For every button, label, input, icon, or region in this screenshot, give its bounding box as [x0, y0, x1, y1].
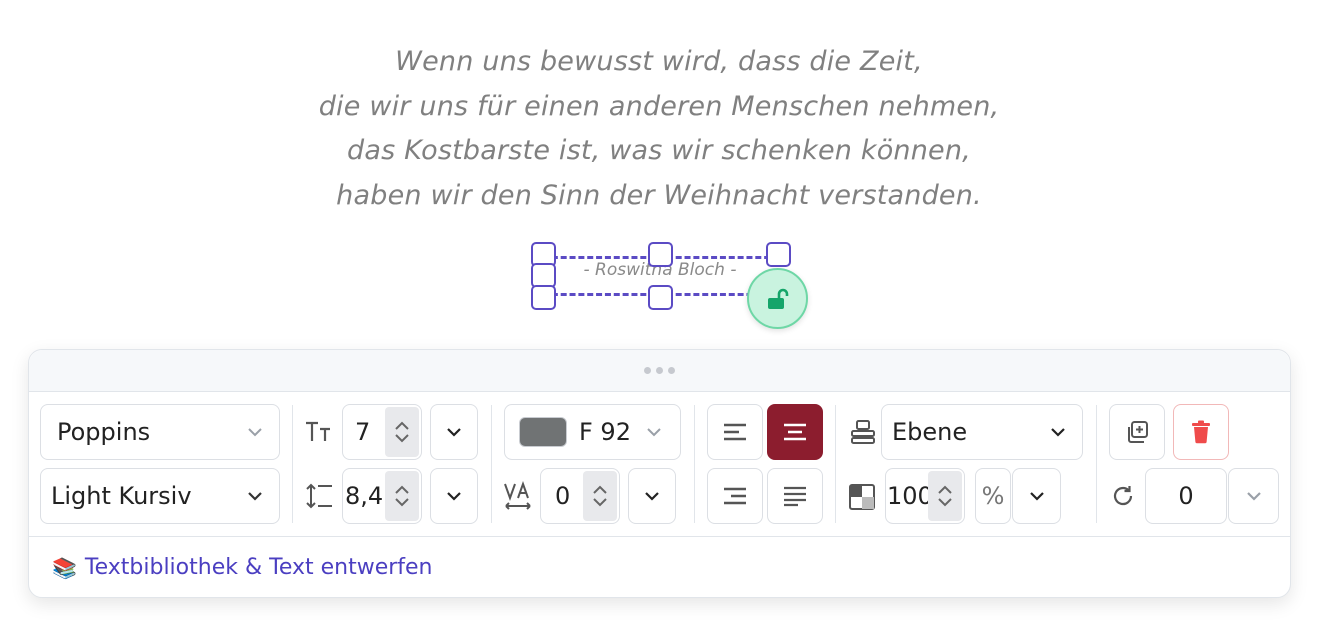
- delete-button[interactable]: [1173, 404, 1229, 460]
- opacity-stepper[interactable]: [928, 471, 962, 521]
- divider: [28, 536, 1291, 537]
- opacity-icon: [847, 482, 877, 512]
- align-right-icon: [724, 487, 746, 505]
- line-height-icon: [302, 482, 336, 510]
- chevron-down-icon: [447, 428, 461, 437]
- divider: [292, 405, 293, 523]
- trash-icon: [1192, 420, 1210, 444]
- duplicate-icon: [1128, 421, 1148, 443]
- text-library-label: Textbibliothek & Text entwerfen: [84, 555, 433, 580]
- align-left-icon: [724, 423, 746, 441]
- align-left-button[interactable]: [707, 404, 763, 460]
- divider: [491, 405, 492, 523]
- align-justify-icon: [784, 486, 806, 507]
- color-select[interactable]: F 92: [504, 404, 681, 460]
- chevron-down-icon: [248, 428, 262, 437]
- quote-line: haben wir den Sinn der Weihnacht verstan…: [336, 179, 982, 211]
- font-style-select[interactable]: Light Kursiv: [40, 468, 280, 524]
- line-height-dropdown[interactable]: [430, 468, 478, 524]
- chevron-down-icon: [645, 492, 659, 501]
- align-right-button[interactable]: [707, 468, 763, 524]
- letter-spacing-icon: [502, 480, 534, 512]
- opacity-dropdown[interactable]: [1012, 468, 1061, 524]
- font-size-dropdown[interactable]: [430, 404, 478, 460]
- rotation-input[interactable]: 0: [1145, 468, 1227, 524]
- chevron-down-icon: [248, 492, 262, 501]
- chevron-down-icon: [647, 428, 661, 437]
- font-family-select[interactable]: Poppins: [40, 404, 280, 460]
- chevron-down-icon: [1051, 428, 1065, 437]
- chevron-down-icon: [1029, 492, 1044, 501]
- duplicate-button[interactable]: [1109, 404, 1165, 460]
- align-center-button[interactable]: [767, 404, 823, 460]
- rotation-dropdown[interactable]: [1228, 468, 1279, 524]
- align-center-icon: [784, 423, 806, 441]
- chevron-down-icon: [447, 492, 461, 501]
- unlock-icon: [767, 288, 788, 309]
- divider: [694, 405, 695, 523]
- unlock-button[interactable]: [747, 268, 808, 329]
- quote-line: das Kostbarste ist, was wir schenken kön…: [347, 135, 971, 166]
- font-size-icon: [302, 418, 336, 446]
- layer-select[interactable]: Ebene: [881, 404, 1083, 460]
- color-swatch: [519, 417, 567, 447]
- letter-spacing-dropdown[interactable]: [628, 468, 676, 524]
- drag-handle[interactable]: [29, 350, 1290, 392]
- quote-line: Wenn uns bewusst wird, dass die Zeit,: [395, 46, 923, 77]
- font-size-stepper[interactable]: [385, 407, 419, 457]
- resize-handle-top[interactable]: [648, 242, 673, 267]
- divider: [835, 405, 836, 523]
- chevron-down-icon: [1246, 492, 1261, 501]
- divider: [1096, 405, 1097, 523]
- books-icon: 📚: [52, 555, 77, 580]
- layer-icon: [847, 418, 879, 446]
- resize-handle-top-right[interactable]: [766, 242, 791, 267]
- align-justify-button[interactable]: [767, 468, 823, 524]
- letter-spacing-stepper[interactable]: [583, 471, 617, 521]
- quote-text[interactable]: Wenn uns bewusst wird, dass die Zeit, di…: [0, 40, 1318, 218]
- resize-handle-bottom[interactable]: [648, 285, 673, 310]
- rotate-icon: [1109, 482, 1137, 510]
- resize-handle-bottom-left[interactable]: [531, 285, 556, 310]
- text-library-link[interactable]: 📚 Textbibliothek & Text entwerfen: [52, 555, 433, 580]
- quote-line: die wir uns für einen anderen Menschen n…: [318, 90, 1000, 122]
- editor-canvas: Wenn uns bewusst wird, dass die Zeit, di…: [0, 0, 1318, 632]
- opacity-unit: %: [975, 468, 1011, 524]
- line-height-stepper[interactable]: [385, 471, 419, 521]
